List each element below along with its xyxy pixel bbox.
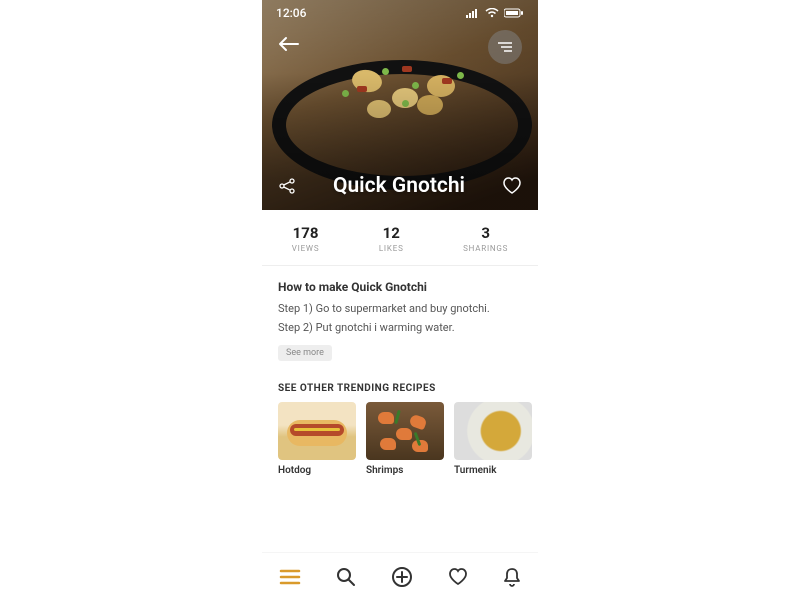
tab-home[interactable] (279, 568, 301, 586)
menu-icon (279, 568, 301, 586)
stat-value: 3 (463, 224, 508, 242)
howto-step: Step 2) Put gnotchi i warming water. (278, 321, 522, 334)
trending-card[interactable]: Hotdog (278, 402, 356, 476)
trending-image (366, 402, 444, 460)
tab-notifications[interactable] (503, 567, 521, 587)
trending-image (278, 402, 356, 460)
stat-label: LIKES (379, 244, 404, 253)
trending-name: Turmenik (454, 465, 532, 476)
heart-icon (448, 568, 468, 586)
stat-views: 178 VIEWS (292, 224, 320, 253)
wifi-icon (485, 8, 499, 18)
plus-circle-icon (391, 566, 413, 588)
trending-row[interactable]: Hotdog Shrimps Turmenik (262, 402, 538, 486)
trending-heading: SEE OTHER TRENDING RECIPES (262, 369, 538, 402)
filter-menu-button[interactable] (488, 30, 522, 64)
status-bar: 12:06 (262, 0, 538, 26)
trending-card[interactable]: Shrimps (366, 402, 444, 476)
share-button[interactable] (278, 177, 296, 195)
stat-likes: 12 LIKES (379, 224, 404, 253)
trending-card[interactable]: Turmenik (454, 402, 532, 476)
tab-favorites[interactable] (448, 568, 468, 586)
stat-sharings: 3 SHARINGS (463, 224, 508, 253)
back-button[interactable] (278, 36, 300, 52)
signal-icon (466, 8, 480, 18)
stat-value: 178 (292, 224, 320, 242)
see-more-button[interactable]: See more (278, 345, 332, 361)
tab-search[interactable] (336, 567, 356, 587)
stat-value: 12 (379, 224, 404, 242)
stats-row: 178 VIEWS 12 LIKES 3 SHARINGS (262, 210, 538, 266)
phone-frame: 12:06 Quick Gnotchi 178 VIEWS (262, 0, 538, 600)
bell-icon (503, 567, 521, 587)
favorite-button[interactable] (502, 177, 522, 195)
tab-add[interactable] (391, 566, 413, 588)
tab-bar (262, 552, 538, 600)
battery-icon (504, 8, 524, 18)
hero-image: 12:06 Quick Gnotchi (262, 0, 538, 210)
stat-label: VIEWS (292, 244, 320, 253)
howto-title: How to make Quick Gnotchi (278, 280, 522, 294)
trending-name: Hotdog (278, 465, 356, 476)
trending-name: Shrimps (366, 465, 444, 476)
howto-step: Step 1) Go to supermarket and buy gnotch… (278, 302, 522, 315)
filter-icon (497, 41, 513, 53)
howto-section: How to make Quick Gnotchi Step 1) Go to … (262, 266, 538, 369)
stat-label: SHARINGS (463, 244, 508, 253)
search-icon (336, 567, 356, 587)
trending-image (454, 402, 532, 460)
recipe-title: Quick Gnotchi (310, 174, 488, 198)
status-time: 12:06 (276, 6, 306, 20)
